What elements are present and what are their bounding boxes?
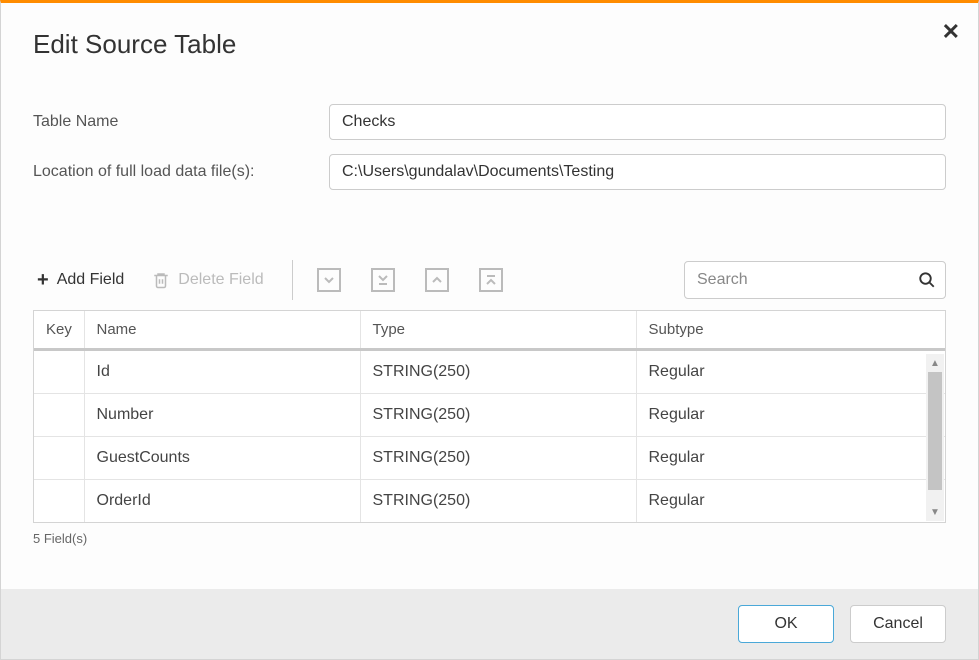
toolbar-divider (292, 260, 293, 300)
table-row[interactable]: GuestCounts STRING(250) Regular (34, 437, 945, 480)
table-name-label: Table Name (33, 113, 329, 131)
cell-subtype[interactable]: Regular (636, 437, 945, 480)
scroll-down-arrow-icon[interactable]: ▼ (926, 503, 944, 521)
cell-name[interactable]: Id (84, 350, 360, 394)
cell-key[interactable] (34, 394, 84, 437)
search-icon[interactable] (918, 271, 936, 289)
location-input[interactable] (329, 154, 946, 190)
fields-table: Key Name Type Subtype Id STRING(250) Reg… (34, 311, 945, 522)
move-top-button[interactable] (479, 268, 503, 292)
table-row[interactable]: Number STRING(250) Regular (34, 394, 945, 437)
table-scrollbar[interactable]: ▲ ▼ (926, 354, 944, 521)
cell-name[interactable]: Number (84, 394, 360, 437)
close-icon[interactable]: ✕ (942, 19, 960, 45)
chevron-down-bar-icon (377, 273, 389, 287)
delete-field-label: Delete Field (178, 271, 263, 289)
cell-key[interactable] (34, 437, 84, 480)
scroll-up-arrow-icon[interactable]: ▲ (926, 354, 944, 372)
cell-subtype[interactable]: Regular (636, 394, 945, 437)
cancel-button[interactable]: Cancel (850, 605, 946, 643)
edit-source-table-dialog: ✕ Edit Source Table Table Name Location … (0, 0, 979, 660)
table-row[interactable]: OrderId STRING(250) Regular (34, 480, 945, 523)
scroll-thumb[interactable] (928, 372, 942, 490)
cell-type[interactable]: STRING(250) (360, 394, 636, 437)
location-row: Location of full load data file(s): (33, 154, 946, 190)
dialog-footer: OK Cancel (1, 589, 978, 659)
plus-icon: + (37, 270, 49, 290)
cell-subtype[interactable]: Regular (636, 350, 945, 394)
header-type[interactable]: Type (360, 311, 636, 350)
cell-type[interactable]: STRING(250) (360, 437, 636, 480)
table-header-row: Key Name Type Subtype (34, 311, 945, 350)
cell-type[interactable]: STRING(250) (360, 350, 636, 394)
move-down-button[interactable] (317, 268, 341, 292)
add-field-label: Add Field (57, 271, 125, 289)
search-wrap (684, 261, 946, 299)
move-bottom-button[interactable] (371, 268, 395, 292)
delete-field-button: Delete Field (148, 264, 267, 296)
header-subtype[interactable]: Subtype (636, 311, 945, 350)
cell-type[interactable]: STRING(250) (360, 480, 636, 523)
table-toolbar: + Add Field Delete Field (1, 260, 978, 300)
cell-subtype[interactable]: Regular (636, 480, 945, 523)
location-label: Location of full load data file(s): (33, 163, 329, 181)
cell-name[interactable]: OrderId (84, 480, 360, 523)
trash-icon (152, 270, 170, 290)
ok-button[interactable]: OK (738, 605, 834, 643)
fields-table-wrap: Key Name Type Subtype Id STRING(250) Reg… (33, 310, 946, 523)
header-key[interactable]: Key (34, 311, 84, 350)
chevron-down-icon (323, 274, 335, 286)
add-field-button[interactable]: + Add Field (33, 264, 128, 296)
dialog-body: Edit Source Table Table Name Location of… (1, 3, 978, 204)
table-row[interactable]: Id STRING(250) Regular (34, 350, 945, 394)
cell-key[interactable] (34, 480, 84, 523)
chevron-up-bar-icon (485, 273, 497, 287)
cell-name[interactable]: GuestCounts (84, 437, 360, 480)
dialog-title: Edit Source Table (33, 29, 946, 60)
search-input[interactable] (684, 261, 946, 299)
field-count-status: 5 Field(s) (1, 523, 978, 554)
table-name-row: Table Name (33, 104, 946, 140)
chevron-up-icon (431, 274, 443, 286)
table-name-input[interactable] (329, 104, 946, 140)
move-up-button[interactable] (425, 268, 449, 292)
header-name[interactable]: Name (84, 311, 360, 350)
cell-key[interactable] (34, 350, 84, 394)
